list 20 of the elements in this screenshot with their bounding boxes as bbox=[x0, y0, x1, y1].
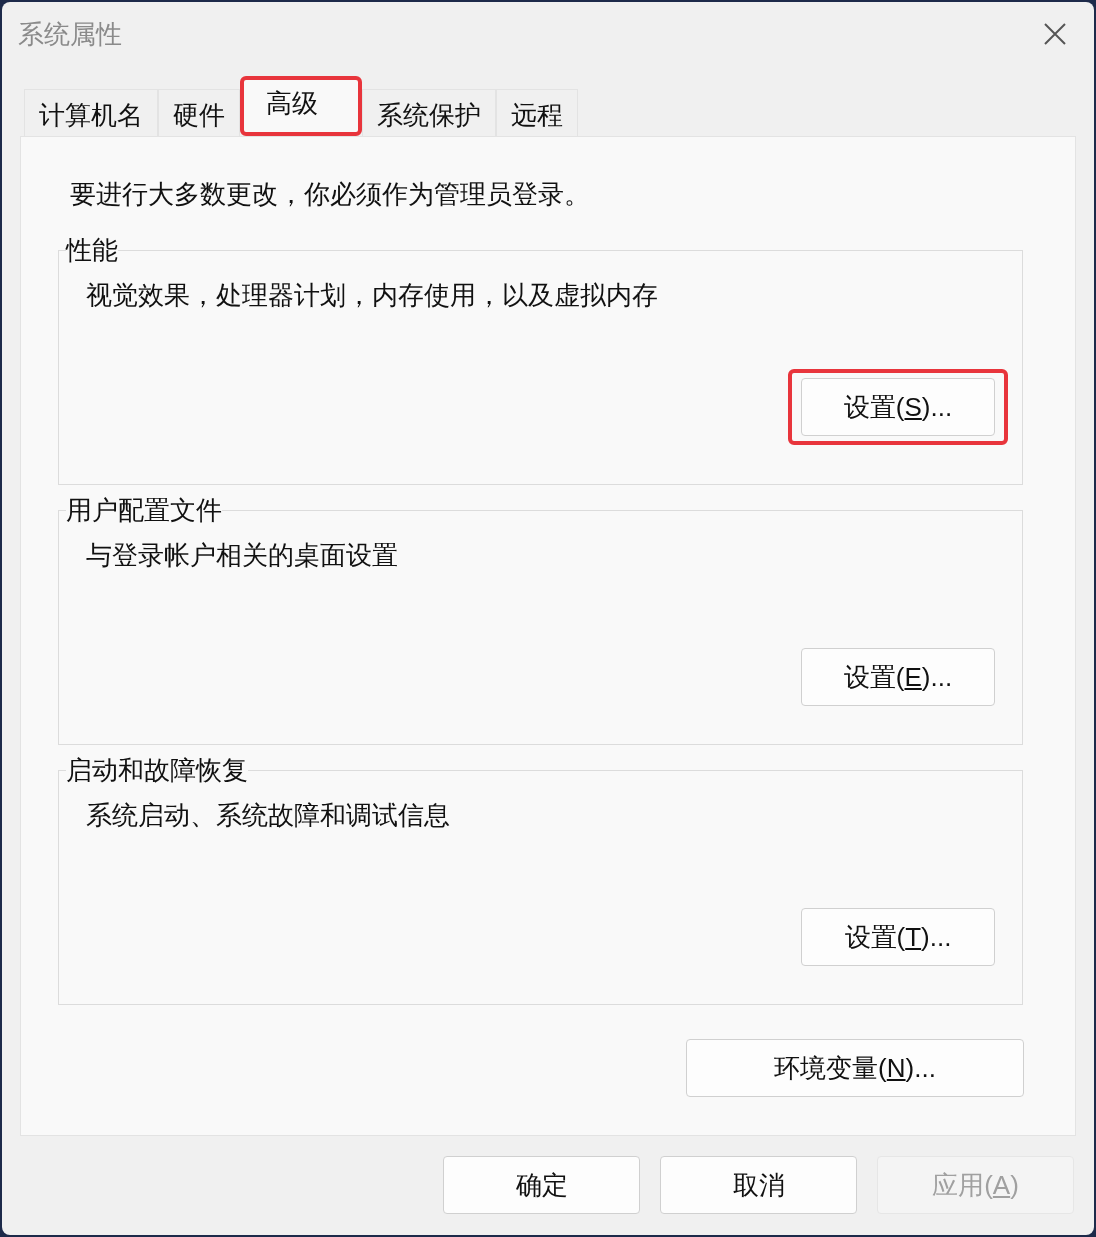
tab[interactable]: 高级 bbox=[240, 76, 362, 136]
settings-button[interactable]: 设置(T)... bbox=[801, 908, 995, 966]
tab[interactable]: 计算机名 bbox=[24, 89, 158, 136]
close-icon[interactable] bbox=[1044, 23, 1066, 45]
group-title: 启动和故障恢复 bbox=[66, 754, 248, 787]
group-description: 系统启动、系统故障和调试信息 bbox=[86, 799, 451, 832]
dialog-button[interactable]: 取消 bbox=[660, 1156, 857, 1214]
notice-text: 要进行大多数更改，你必须作为管理员登录。 bbox=[70, 178, 591, 211]
dialog-button[interactable]: 确定 bbox=[443, 1156, 640, 1214]
group-description: 视觉效果，处理器计划，内存使用，以及虚拟内存 bbox=[86, 279, 659, 312]
tab[interactable]: 系统保护 bbox=[362, 89, 496, 136]
group-description: 与登录帐户相关的桌面设置 bbox=[86, 539, 399, 572]
tab[interactable]: 硬件 bbox=[158, 89, 240, 136]
settings-button[interactable]: 设置(S)... bbox=[801, 378, 995, 436]
group-title: 性能 bbox=[66, 234, 118, 267]
settings-button[interactable]: 设置(E)... bbox=[801, 648, 995, 706]
environment-variables-button[interactable]: 环境变量(N)... bbox=[686, 1039, 1024, 1097]
group-title: 用户配置文件 bbox=[66, 494, 222, 527]
window-title: 系统属性 bbox=[18, 17, 122, 51]
tab[interactable]: 远程 bbox=[496, 89, 578, 136]
